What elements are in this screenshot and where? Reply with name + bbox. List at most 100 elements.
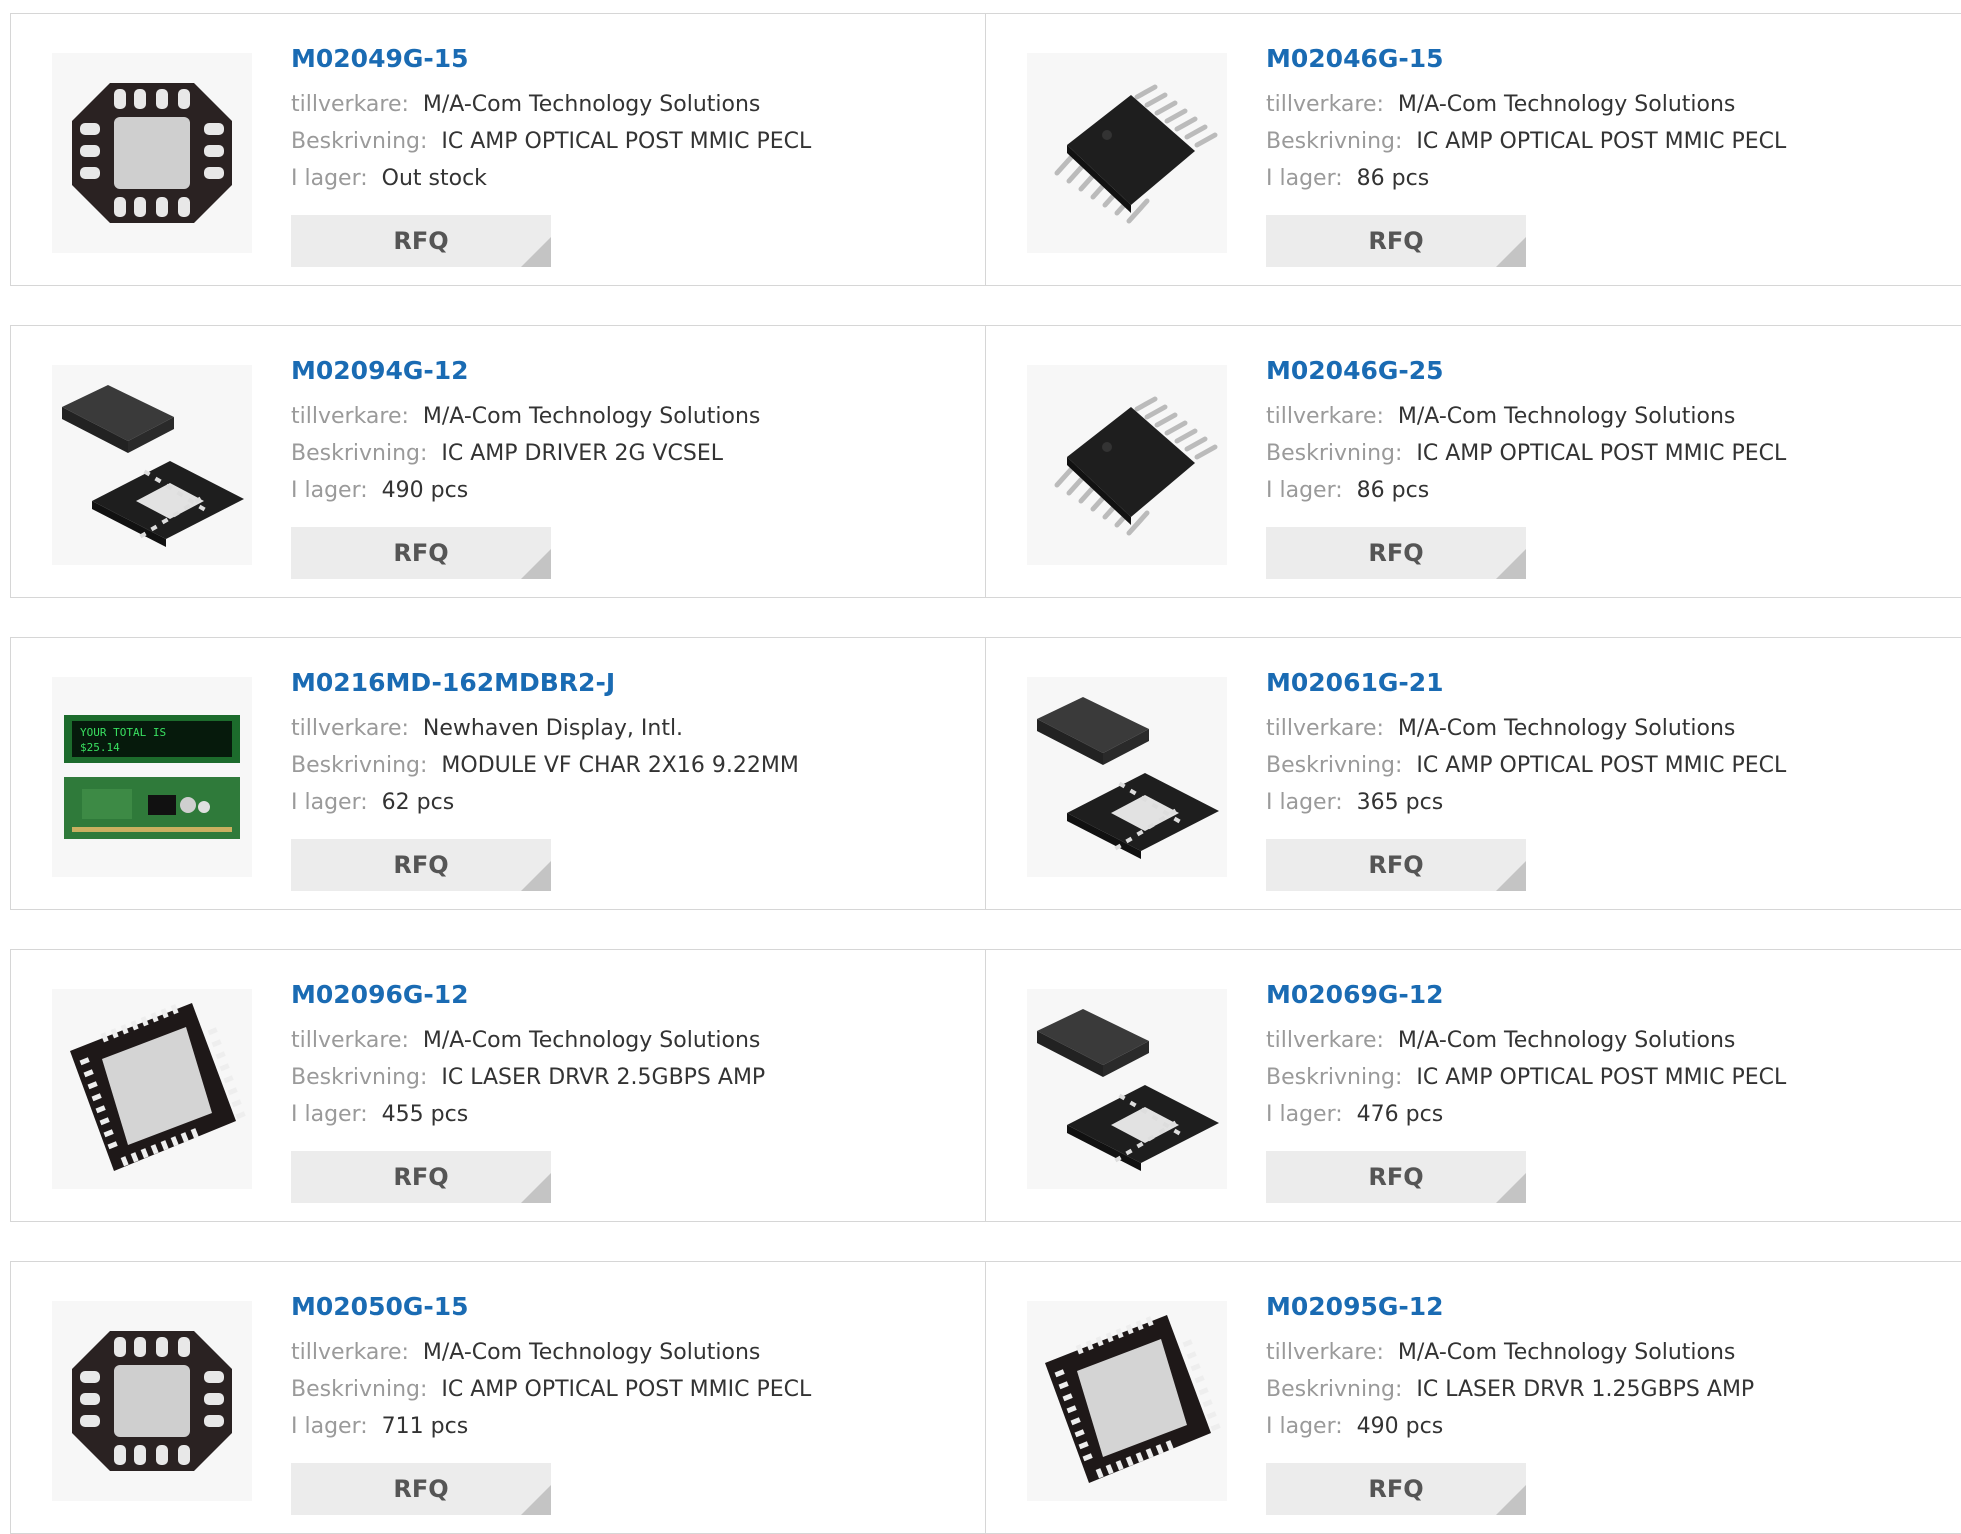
- description-label: Beskrivning:: [291, 753, 428, 778]
- part-number-link[interactable]: M02046G-25: [1266, 354, 1786, 388]
- description-value: IC AMP OPTICAL POST MMIC PECL: [1416, 441, 1787, 466]
- corner-triangle-icon: [1496, 549, 1526, 579]
- manufacturer-value: Newhaven Display, Intl.: [422, 716, 684, 741]
- manufacturer-label: tillverkare:: [291, 1028, 409, 1053]
- stock-line: I lager: 490 pcs: [291, 472, 760, 509]
- product-card: M02046G-15 tillverkare: M/A-Com Technolog…: [986, 14, 1961, 285]
- rfq-button[interactable]: RFQ: [1266, 215, 1526, 267]
- manufacturer-line: tillverkare: M/A-Com Technology Solutions: [1266, 86, 1786, 123]
- manufacturer-value: M/A-Com Technology Solutions: [1397, 1340, 1736, 1365]
- manufacturer-label: tillverkare:: [1266, 1028, 1384, 1053]
- manufacturer-line: tillverkare: M/A-Com Technology Solutions: [291, 398, 760, 435]
- product-row: M02050G-15 tillverkare: M/A-Com Technolog…: [10, 1261, 1961, 1534]
- part-number-link[interactable]: M02049G-15: [291, 42, 811, 76]
- stock-label: I lager:: [1266, 166, 1343, 191]
- rfq-button[interactable]: RFQ: [291, 839, 551, 891]
- manufacturer-value: M/A-Com Technology Solutions: [422, 1340, 761, 1365]
- qfn-16-chip-icon[interactable]: [52, 53, 252, 253]
- rfq-button[interactable]: RFQ: [291, 527, 551, 579]
- qfn-32-chip-icon[interactable]: [52, 989, 252, 1189]
- description-line: Beskrivning: IC AMP DRIVER 2G VCSEL: [291, 435, 760, 472]
- part-number-link[interactable]: M02069G-12: [1266, 978, 1786, 1012]
- description-label: Beskrivning:: [291, 1065, 428, 1090]
- product-row: M02096G-12 tillverkare: M/A-Com Technolog…: [10, 949, 1961, 1222]
- product-card: M02050G-15 tillverkare: M/A-Com Technolog…: [11, 1262, 986, 1533]
- manufacturer-value: M/A-Com Technology Solutions: [1397, 1028, 1736, 1053]
- description-value: IC AMP OPTICAL POST MMIC PECL: [1416, 129, 1787, 154]
- part-number-link[interactable]: M02061G-21: [1266, 666, 1786, 700]
- description-value: IC LASER DRVR 1.25GBPS AMP: [1416, 1377, 1755, 1402]
- rfq-button[interactable]: RFQ: [1266, 527, 1526, 579]
- rfq-label: RFQ: [1368, 227, 1424, 255]
- product-row: M02049G-15 tillverkare: M/A-Com Technolog…: [10, 13, 1961, 286]
- manufacturer-label: tillverkare:: [291, 92, 409, 117]
- stock-label: I lager:: [291, 1414, 368, 1439]
- product-card: M02049G-15 tillverkare: M/A-Com Technolog…: [11, 14, 986, 285]
- corner-triangle-icon: [521, 861, 551, 891]
- stock-value: 476 pcs: [1356, 1102, 1444, 1127]
- stock-value: 62 pcs: [381, 790, 455, 815]
- qfn-32-chip-icon[interactable]: [1027, 1301, 1227, 1501]
- manufacturer-line: tillverkare: M/A-Com Technology Solutions: [1266, 710, 1786, 747]
- corner-triangle-icon: [1496, 237, 1526, 267]
- manufacturer-label: tillverkare:: [1266, 1340, 1384, 1365]
- part-number-link[interactable]: M02095G-12: [1266, 1290, 1754, 1324]
- description-line: Beskrivning: IC LASER DRVR 1.25GBPS AMP: [1266, 1371, 1754, 1408]
- stock-label: I lager:: [291, 478, 368, 503]
- corner-triangle-icon: [1496, 1173, 1526, 1203]
- description-label: Beskrivning:: [291, 129, 428, 154]
- product-info: M0216MD-162MDBR2-J tillverkare: Newhaven …: [291, 666, 799, 821]
- manufacturer-value: M/A-Com Technology Solutions: [1397, 92, 1736, 117]
- stock-value: 490 pcs: [1356, 1414, 1444, 1439]
- tssop-chip-icon[interactable]: [1027, 365, 1227, 565]
- rfq-label: RFQ: [393, 539, 449, 567]
- rfq-button[interactable]: RFQ: [291, 1151, 551, 1203]
- product-card: M02061G-21 tillverkare: M/A-Com Technolog…: [986, 638, 1961, 909]
- stock-line: I lager: 490 pcs: [1266, 1408, 1754, 1445]
- stock-line: I lager: 62 pcs: [291, 784, 799, 821]
- qfn-top-bottom-icon[interactable]: [1027, 989, 1227, 1189]
- qfn-top-bottom-icon[interactable]: [52, 365, 252, 565]
- rfq-label: RFQ: [1368, 1163, 1424, 1191]
- manufacturer-label: tillverkare:: [291, 1340, 409, 1365]
- manufacturer-value: M/A-Com Technology Solutions: [1397, 404, 1736, 429]
- description-value: IC LASER DRVR 2.5GBPS AMP: [441, 1065, 766, 1090]
- rfq-button[interactable]: RFQ: [1266, 1151, 1526, 1203]
- product-info: M02069G-12 tillverkare: M/A-Com Technolog…: [1266, 978, 1786, 1133]
- stock-line: I lager: Out stock: [291, 160, 811, 197]
- product-row: YOUR TOTAL IS $25.14 M0216MD-162MDBR2-J …: [10, 637, 1961, 910]
- description-value: MODULE VF CHAR 2X16 9.22MM: [441, 753, 799, 778]
- stock-line: I lager: 476 pcs: [1266, 1096, 1786, 1133]
- qfn-16-chip-icon[interactable]: [52, 1301, 252, 1501]
- rfq-button[interactable]: RFQ: [291, 1463, 551, 1515]
- vfd-module-icon[interactable]: YOUR TOTAL IS $25.14: [52, 677, 252, 877]
- stock-label: I lager:: [1266, 478, 1343, 503]
- description-label: Beskrivning:: [1266, 1377, 1403, 1402]
- manufacturer-label: tillverkare:: [1266, 404, 1384, 429]
- description-line: Beskrivning: IC AMP OPTICAL POST MMIC PEC…: [1266, 1059, 1786, 1096]
- product-info: M02046G-15 tillverkare: M/A-Com Technolog…: [1266, 42, 1786, 197]
- stock-value: 490 pcs: [381, 478, 469, 503]
- manufacturer-line: tillverkare: M/A-Com Technology Solutions: [291, 1022, 765, 1059]
- product-info: M02050G-15 tillverkare: M/A-Com Technolog…: [291, 1290, 811, 1445]
- description-value: IC AMP OPTICAL POST MMIC PECL: [441, 129, 812, 154]
- product-card: YOUR TOTAL IS $25.14 M0216MD-162MDBR2-J …: [11, 638, 986, 909]
- manufacturer-value: M/A-Com Technology Solutions: [422, 92, 761, 117]
- tssop-chip-icon[interactable]: [1027, 53, 1227, 253]
- product-card: M02046G-25 tillverkare: M/A-Com Technolog…: [986, 326, 1961, 597]
- rfq-button[interactable]: RFQ: [1266, 1463, 1526, 1515]
- rfq-label: RFQ: [393, 227, 449, 255]
- manufacturer-label: tillverkare:: [291, 716, 409, 741]
- part-number-link[interactable]: M02046G-15: [1266, 42, 1786, 76]
- rfq-button[interactable]: RFQ: [1266, 839, 1526, 891]
- part-number-link[interactable]: M02096G-12: [291, 978, 765, 1012]
- part-number-link[interactable]: M02094G-12: [291, 354, 760, 388]
- rfq-button[interactable]: RFQ: [291, 215, 551, 267]
- product-info: M02049G-15 tillverkare: M/A-Com Technolog…: [291, 42, 811, 197]
- manufacturer-label: tillverkare:: [1266, 716, 1384, 741]
- part-number-link[interactable]: M0216MD-162MDBR2-J: [291, 666, 799, 700]
- manufacturer-line: tillverkare: Newhaven Display, Intl.: [291, 710, 799, 747]
- qfn-top-bottom-icon[interactable]: [1027, 677, 1227, 877]
- stock-line: I lager: 711 pcs: [291, 1408, 811, 1445]
- part-number-link[interactable]: M02050G-15: [291, 1290, 811, 1324]
